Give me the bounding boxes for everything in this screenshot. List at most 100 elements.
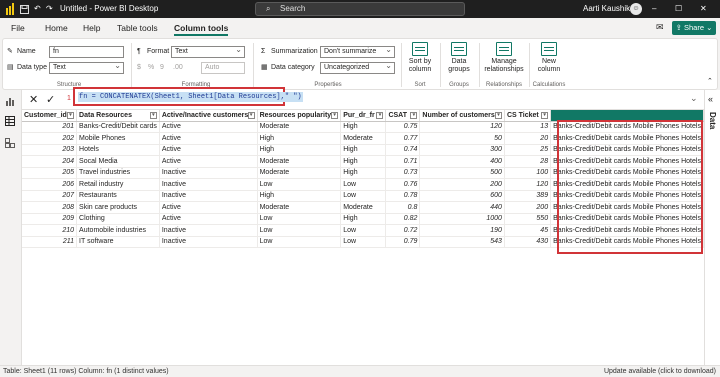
col-header-csat[interactable]: CSAT ▾ [385,110,421,122]
table-cell[interactable]: 0.77 [385,132,421,145]
table-cell[interactable]: Moderate [340,201,387,214]
table-cell[interactable]: Moderate [257,121,342,133]
table-cell[interactable]: Active [159,144,258,156]
table-cell[interactable]: 204 [22,155,78,168]
formula-editor[interactable]: fn = CONCATENATEX(Sheet1, Sheet1[Data Re… [73,87,303,106]
tab-column-tools[interactable]: Column tools [174,22,229,36]
data-pane-label[interactable]: Data [708,112,717,129]
table-cell[interactable]: High [257,190,342,202]
table-cell[interactable]: Retail industry [76,178,160,191]
table-cell[interactable]: 0.78 [385,190,421,202]
col-header-data-resources[interactable]: Data Resources ▾ [76,110,160,122]
commit-formula-icon[interactable]: ✓ [46,93,55,106]
fn-cell[interactable]: Banks-Credit/Debit cards Mobile Phones H… [550,178,704,191]
update-available-link[interactable]: Update available (click to download) [604,366,716,377]
table-cell[interactable]: 400 [419,155,505,168]
col-header-pur-dr-fr[interactable]: Pur_dr_fr ▾ [340,110,387,122]
table-cell[interactable]: Skin care products [76,201,160,214]
table-cell[interactable]: Clothing [76,213,160,225]
table-cell[interactable]: Moderate [340,132,387,145]
filter-icon[interactable]: ▾ [247,112,255,119]
table-cell[interactable]: Low [257,213,342,225]
fn-cell[interactable]: Banks-Credit/Debit cards Mobile Phones H… [550,121,704,133]
col-header-cs-ticket[interactable]: CS Ticket ▾ [504,110,552,122]
col-header-customer-id[interactable]: Customer_id ▾ [22,110,78,122]
close-button[interactable]: ✕ [700,0,707,18]
fn-cell[interactable]: Banks-Credit/Debit cards Mobile Phones H… [550,236,704,248]
table-cell[interactable]: 0.79 [385,236,421,248]
table-cell[interactable]: 203 [22,144,78,156]
col-header-number-of-customers[interactable]: Number of customers ▾ [419,110,505,122]
fn-cell[interactable]: Banks-Credit/Debit cards Mobile Phones H… [550,167,704,179]
table-cell[interactable]: 45 [504,224,552,237]
table-cell[interactable]: Mobile Phones [76,132,160,145]
comments-icon[interactable]: ✉ [656,22,664,33]
new-column-button[interactable]: New column [533,42,565,74]
cancel-formula-icon[interactable]: ✕ [29,93,38,106]
table-cell[interactable]: Low [257,178,342,191]
table-cell[interactable]: Restaurants [76,190,160,202]
table-cell[interactable]: 0.74 [385,144,421,156]
currency-button[interactable]: $ [137,63,141,73]
table-cell[interactable]: High [257,144,342,156]
table-row[interactable]: 203 Hotels Active High High 0.74 300 25 Banks-Cr… [22,144,704,156]
table-row[interactable]: 208 Skin care products Active Moderate Moder… [22,201,704,214]
table-cell[interactable]: Inactive [159,224,258,237]
undo-icon[interactable]: ↶ [34,0,41,18]
table-cell[interactable]: 13 [504,121,552,133]
table-cell[interactable]: 120 [504,178,552,191]
table-cell[interactable]: Active [159,213,258,225]
table-cell[interactable]: 200 [504,201,552,214]
table-cell[interactable]: High [340,213,387,225]
col-header-fn[interactable]: fn [550,110,704,122]
table-cell[interactable]: Moderate [257,201,342,214]
category-select[interactable]: Uncategorized [320,62,395,74]
model-view-icon[interactable] [5,138,17,148]
report-view-icon[interactable] [5,96,17,106]
minimize-button[interactable]: – [652,0,656,18]
decimals-input[interactable]: Auto [201,62,245,74]
share-button[interactable]: ⇪ Share ⌄ [672,21,716,35]
table-cell[interactable]: High [340,167,387,179]
table-cell[interactable]: Hotels [76,144,160,156]
table-cell[interactable]: Inactive [159,190,258,202]
table-row[interactable]: 201 Banks-Credit/Debit cards Active Moderat… [22,121,704,133]
table-cell[interactable]: 0.82 [385,213,421,225]
table-cell[interactable]: 208 [22,201,78,214]
table-cell[interactable]: Travel industries [76,167,160,179]
table-cell[interactable]: 205 [22,167,78,179]
fn-cell[interactable]: Banks-Credit/Debit cards Mobile Phones H… [550,155,704,168]
table-view-icon[interactable] [5,116,17,126]
table-cell[interactable]: 20 [504,132,552,145]
expand-formula-icon[interactable]: ⌄ [690,93,698,104]
table-cell[interactable]: 0.75 [385,121,421,133]
table-cell[interactable]: Active [159,201,258,214]
search-box[interactable]: ⌕ Search [255,2,465,16]
table-cell[interactable]: 500 [419,167,505,179]
table-row[interactable]: 206 Retail industry Inactive Low Low 0.76 200 1… [22,178,704,191]
table-cell[interactable]: 0.73 [385,167,421,179]
fn-cell[interactable]: Banks-Credit/Debit cards Mobile Phones H… [550,144,704,156]
fn-cell[interactable]: Banks-Credit/Debit cards Mobile Phones H… [550,201,704,214]
table-cell[interactable]: 0.8 [385,201,421,214]
collapse-ribbon-icon[interactable]: ⌃ [707,77,713,87]
tab-file[interactable]: File [11,22,25,34]
filter-icon[interactable]: ▾ [149,112,157,119]
table-cell[interactable]: 201 [22,121,78,133]
datatype-select[interactable]: Text [49,62,124,74]
table-cell[interactable]: Inactive [159,167,258,179]
decimal-icon[interactable]: .00 [173,63,183,73]
tab-help[interactable]: Help [83,22,100,34]
tab-table-tools[interactable]: Table tools [117,22,158,34]
table-cell[interactable]: 28 [504,155,552,168]
sort-by-column-button[interactable]: Sort by column [403,42,437,74]
fn-cell[interactable]: Banks-Credit/Debit cards Mobile Phones H… [550,224,704,237]
table-cell[interactable]: 440 [419,201,505,214]
filter-icon[interactable]: ▾ [541,112,549,119]
tab-home[interactable]: Home [45,22,68,34]
table-cell[interactable]: Low [257,236,342,248]
filter-icon[interactable]: ▾ [494,112,502,119]
table-cell[interactable]: Low [340,190,387,202]
table-cell[interactable]: 543 [419,236,505,248]
table-cell[interactable]: Moderate [257,155,342,168]
